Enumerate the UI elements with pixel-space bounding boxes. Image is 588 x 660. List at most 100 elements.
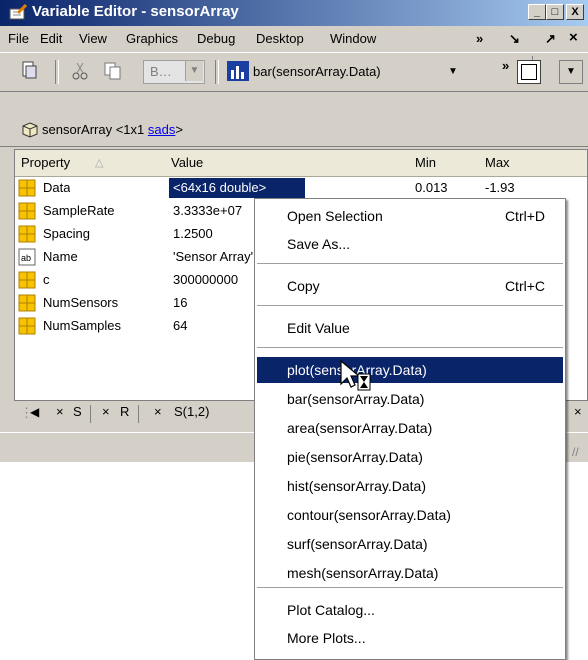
menu-item-plot-catalog-label: Plot Catalog... — [287, 602, 375, 618]
menu-item-more-plots[interactable]: More Plots... — [257, 625, 563, 651]
property-name: c — [43, 272, 50, 287]
layout-dropdown-arrow-icon[interactable]: ▼ — [559, 60, 583, 84]
toolbar-overflow-icon[interactable]: » — [502, 58, 509, 73]
column-header-max-label: Max — [485, 155, 510, 170]
tab-close-icon[interactable]: × — [56, 404, 64, 424]
menu-separator — [257, 347, 563, 349]
breadcrumb-size-suffix: > — [175, 122, 183, 137]
dock-icon[interactable]: ↗ — [545, 31, 556, 47]
busy-cursor-icon — [340, 360, 371, 391]
menu-item-plot-label: hist(sensorArray.Data) — [287, 478, 427, 494]
maximize-button[interactable]: □ — [546, 4, 564, 20]
variable-editor-icon — [9, 4, 27, 20]
title-bar[interactable]: Variable Editor - sensorArray _ □ X — [0, 0, 588, 26]
menu-item-plot[interactable]: pie(sensorArray.Data) — [257, 444, 563, 470]
menu-bar: File Edit View Graphics Debug Desktop Wi… — [0, 26, 588, 74]
menu-graphics[interactable]: Graphics — [126, 31, 178, 46]
layout-square-icon — [521, 64, 537, 80]
property-name: Data — [43, 180, 71, 195]
layout-button[interactable] — [517, 60, 541, 84]
menu-desktop[interactable]: Desktop — [256, 31, 304, 46]
column-header-min-label: Min — [415, 155, 436, 170]
tab-close-icon[interactable]: × — [102, 404, 110, 424]
breadcrumb-size-prefix: <1x1 — [115, 122, 148, 137]
menu-item-copy-label: Copy — [287, 278, 320, 294]
menu-item-plot-label: mesh(sensorArray.Data) — [287, 565, 439, 581]
property-name: Spacing — [43, 226, 90, 241]
panel-close-icon[interactable]: × — [569, 29, 578, 46]
menu-separator — [257, 263, 563, 265]
menu-item-plot[interactable]: hist(sensorArray.Data) — [257, 473, 563, 499]
combo-dropdown-arrow-icon[interactable]: ▼ — [185, 61, 203, 81]
property-min: 0.013 — [415, 180, 448, 195]
menu-item-plot[interactable]: mesh(sensorArray.Data) — [257, 560, 563, 586]
table-row[interactable]: Data <64x16 double> 0.013 -1.93 — [15, 177, 587, 200]
menu-item-plot-label: contour(sensorArray.Data) — [287, 507, 451, 523]
property-name: NumSamples — [43, 318, 122, 333]
column-header-value[interactable]: Value — [165, 150, 410, 177]
menu-item-edit-value[interactable]: Edit Value — [257, 315, 563, 341]
menu-view[interactable]: View — [79, 31, 107, 46]
menu-debug[interactable]: Debug — [197, 31, 235, 46]
menu-file[interactable]: File — [8, 31, 29, 46]
property-max: -1.93 — [485, 180, 515, 195]
window-title: Variable Editor - sensorArray — [32, 3, 239, 20]
minimize-button[interactable]: _ — [528, 4, 546, 20]
variable-combo-value: B… — [150, 64, 172, 79]
column-header-filler — [559, 150, 587, 177]
undock-icon[interactable]: ↘ — [509, 31, 520, 47]
new-variable-icon[interactable] — [20, 60, 40, 80]
plot-selector-arrow-icon[interactable]: ▼ — [448, 66, 458, 77]
menu-edit[interactable]: Edit — [40, 31, 62, 46]
menu-overflow-chevron-icon[interactable]: » — [476, 31, 483, 46]
bar-chart-icon[interactable] — [227, 61, 249, 81]
tab-divider — [90, 405, 91, 423]
class-link[interactable]: sads — [148, 122, 175, 137]
column-header-min[interactable]: Min — [409, 150, 480, 177]
tab-s[interactable]: S — [73, 404, 82, 424]
matrix-variable-icon — [18, 225, 36, 243]
menu-item-plot[interactable]: bar(sensorArray.Data) — [257, 386, 563, 412]
menu-separator — [257, 587, 563, 589]
menu-item-plot[interactable]: plot(sensorArray.Data) — [257, 357, 563, 383]
property-name: Name — [43, 249, 78, 264]
menu-item-more-plots-label: More Plots... — [287, 630, 366, 646]
menu-item-plot[interactable]: surf(sensorArray.Data) — [257, 531, 563, 557]
column-header-max[interactable]: Max — [479, 150, 560, 177]
tab-r[interactable]: R — [120, 404, 129, 424]
tab-close-icon[interactable]: × — [574, 404, 582, 424]
menu-item-plot[interactable]: contour(sensorArray.Data) — [257, 502, 563, 528]
menu-item-plot-label: surf(sensorArray.Data) — [287, 536, 428, 552]
menu-window[interactable]: Window — [330, 31, 376, 46]
menu-item-copy[interactable]: Copy Ctrl+C — [257, 273, 563, 299]
property-value[interactable]: <64x16 double> — [169, 178, 305, 198]
property-name: NumSensors — [43, 295, 119, 310]
cut-icon[interactable] — [70, 61, 90, 81]
menu-item-plot-label: pie(sensorArray.Data) — [287, 449, 423, 465]
column-header-property[interactable]: Property △ — [15, 150, 166, 177]
toolbar-separator — [55, 60, 59, 84]
menu-item-plot[interactable]: area(sensorArray.Data) — [257, 415, 563, 441]
plot-selector-label[interactable]: bar(sensorArray.Data) — [253, 64, 381, 79]
close-button[interactable]: X — [566, 4, 584, 20]
resize-grip-icon[interactable]: // — [572, 445, 579, 459]
menu-separator — [257, 305, 563, 307]
char-variable-icon: ab — [18, 248, 36, 266]
object-cube-icon — [22, 122, 38, 138]
copy-icon[interactable] — [103, 61, 123, 81]
menu-item-save-as-label: Save As... — [287, 236, 351, 252]
tab-close-icon[interactable]: × — [154, 404, 162, 424]
matrix-variable-icon — [18, 202, 36, 220]
tab-s-1-2[interactable]: S(1,2) — [174, 404, 209, 424]
svg-text:ab: ab — [21, 253, 31, 263]
tab-scroll-left-icon[interactable]: ◀ — [30, 405, 39, 419]
toolbar-separator — [215, 60, 219, 84]
variable-combo[interactable]: B… ▼ — [143, 60, 205, 84]
sort-arrow-icon: △ — [95, 157, 104, 169]
breadcrumb-variable-name: sensorArray — [42, 122, 113, 137]
matrix-variable-icon — [18, 317, 36, 335]
menu-item-save-as[interactable]: Save As... — [257, 231, 563, 257]
menu-item-open-selection-label: Open Selection — [287, 208, 383, 224]
menu-item-open-selection[interactable]: Open Selection Ctrl+D — [257, 203, 563, 229]
menu-item-plot-catalog[interactable]: Plot Catalog... — [257, 597, 563, 623]
